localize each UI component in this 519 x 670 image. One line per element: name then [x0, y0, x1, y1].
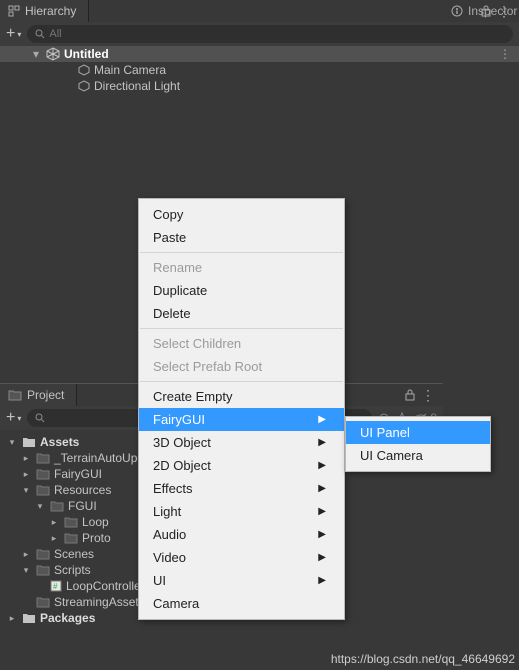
hierarchy-item-label: Directional Light: [94, 79, 180, 93]
project-tab[interactable]: Project: [0, 384, 77, 406]
ctx-2d-object[interactable]: 2D Object▶: [139, 454, 344, 477]
submenu-arrow-icon: ▶: [318, 437, 326, 448]
hierarchy-tab-label: Hierarchy: [25, 4, 76, 18]
toggle-icon[interactable]: ▾: [20, 565, 32, 576]
ctx-rename: Rename: [139, 256, 344, 279]
ctx-select-children: Select Children: [139, 332, 344, 355]
ctx-select-prefab-root: Select Prefab Root: [139, 355, 344, 378]
toggle-icon[interactable]: ▸: [48, 533, 60, 544]
submenu-arrow-icon: ▶: [318, 529, 326, 540]
sub-ui-panel[interactable]: UI Panel: [346, 421, 490, 444]
lock-icon[interactable]: [405, 389, 415, 401]
ctx-copy[interactable]: Copy: [139, 203, 344, 226]
csharp-script-icon: #: [50, 580, 62, 592]
ctx-video[interactable]: Video▶: [139, 546, 344, 569]
project-tab-label: Project: [27, 388, 64, 402]
folder-icon: [22, 612, 36, 624]
hierarchy-header: Hierarchy ⋮: [0, 0, 519, 22]
plus-icon: +: [6, 409, 15, 427]
inspector-tab-label: Inspector: [468, 4, 517, 18]
toggle-icon[interactable]: ▾: [6, 437, 18, 448]
inspector-icon: [451, 5, 463, 17]
svg-text:#: #: [53, 582, 58, 591]
unity-scene-icon: [46, 47, 60, 61]
toggle-icon[interactable]: ▾: [34, 501, 46, 512]
submenu-arrow-icon: ▶: [318, 483, 326, 494]
ctx-paste[interactable]: Paste: [139, 226, 344, 249]
ctx-duplicate[interactable]: Duplicate: [139, 279, 344, 302]
row-menu-icon[interactable]: ⋮: [499, 47, 511, 61]
hierarchy-row-root[interactable]: ▾ Untitled ⋮: [0, 46, 519, 62]
context-menu: Copy Paste Rename Duplicate Delete Selec…: [138, 198, 345, 620]
hierarchy-search-input[interactable]: [49, 28, 505, 40]
add-dropdown-button[interactable]: + ▾: [6, 409, 21, 427]
folder-icon: [36, 564, 50, 576]
folder-icon: [22, 436, 36, 448]
ctx-light[interactable]: Light▶: [139, 500, 344, 523]
folder-icon: [64, 532, 78, 544]
panel-menu-icon[interactable]: ⋮: [421, 390, 435, 400]
submenu-arrow-icon: ▶: [318, 414, 326, 425]
ctx-fairygui[interactable]: FairyGUI▶: [139, 408, 344, 431]
toggle-collapse-icon[interactable]: ▾: [30, 47, 42, 61]
dropdown-caret-icon: ▾: [17, 414, 21, 423]
ctx-delete[interactable]: Delete: [139, 302, 344, 325]
folder-icon: [36, 452, 50, 464]
submenu-arrow-icon: ▶: [318, 575, 326, 586]
hierarchy-row[interactable]: Main Camera: [0, 62, 519, 78]
folder-icon: [64, 516, 78, 528]
ctx-effects[interactable]: Effects▶: [139, 477, 344, 500]
ctx-camera[interactable]: Camera: [139, 592, 344, 615]
separator: [140, 252, 343, 253]
hierarchy-icon: [8, 5, 20, 17]
hierarchy-item-label: Main Camera: [94, 63, 166, 77]
toggle-icon[interactable]: ▸: [20, 453, 32, 464]
submenu-arrow-icon: ▶: [318, 506, 326, 517]
folder-icon: [36, 468, 50, 480]
folder-icon: [36, 548, 50, 560]
ctx-3d-object[interactable]: 3D Object▶: [139, 431, 344, 454]
watermark: https://blog.csdn.net/qq_46649692: [331, 652, 515, 666]
submenu-arrow-icon: ▶: [318, 552, 326, 563]
toggle-icon[interactable]: ▸: [20, 469, 32, 480]
hierarchy-search[interactable]: [27, 25, 513, 43]
hierarchy-tab[interactable]: Hierarchy: [0, 0, 89, 22]
folder-icon: [8, 389, 22, 401]
folder-icon: [36, 596, 50, 608]
ctx-audio[interactable]: Audio▶: [139, 523, 344, 546]
separator: [140, 328, 343, 329]
ctx-ui[interactable]: UI▶: [139, 569, 344, 592]
toggle-icon[interactable]: ▸: [48, 517, 60, 528]
plus-icon: +: [6, 25, 15, 43]
gameobject-icon: [78, 64, 90, 76]
inspector-tab[interactable]: Inspector: [443, 0, 519, 22]
separator: [140, 381, 343, 382]
hierarchy-root-label: Untitled: [64, 47, 109, 61]
hierarchy-toolbar: + ▾: [0, 22, 519, 46]
add-dropdown-button[interactable]: + ▾: [6, 25, 21, 43]
gameobject-icon: [78, 80, 90, 92]
dropdown-caret-icon: ▾: [17, 30, 21, 39]
sub-ui-camera[interactable]: UI Camera: [346, 444, 490, 467]
hierarchy-row[interactable]: Directional Light: [0, 78, 519, 94]
folder-icon: [36, 484, 50, 496]
toggle-icon[interactable]: ▾: [20, 485, 32, 496]
submenu-arrow-icon: ▶: [318, 460, 326, 471]
toggle-icon[interactable]: ▸: [20, 549, 32, 560]
search-icon: [35, 29, 45, 39]
ctx-create-empty[interactable]: Create Empty: [139, 385, 344, 408]
search-icon: [35, 413, 45, 423]
context-submenu: UI Panel UI Camera: [345, 416, 491, 472]
folder-icon: [50, 500, 64, 512]
toggle-icon[interactable]: ▸: [6, 613, 18, 624]
